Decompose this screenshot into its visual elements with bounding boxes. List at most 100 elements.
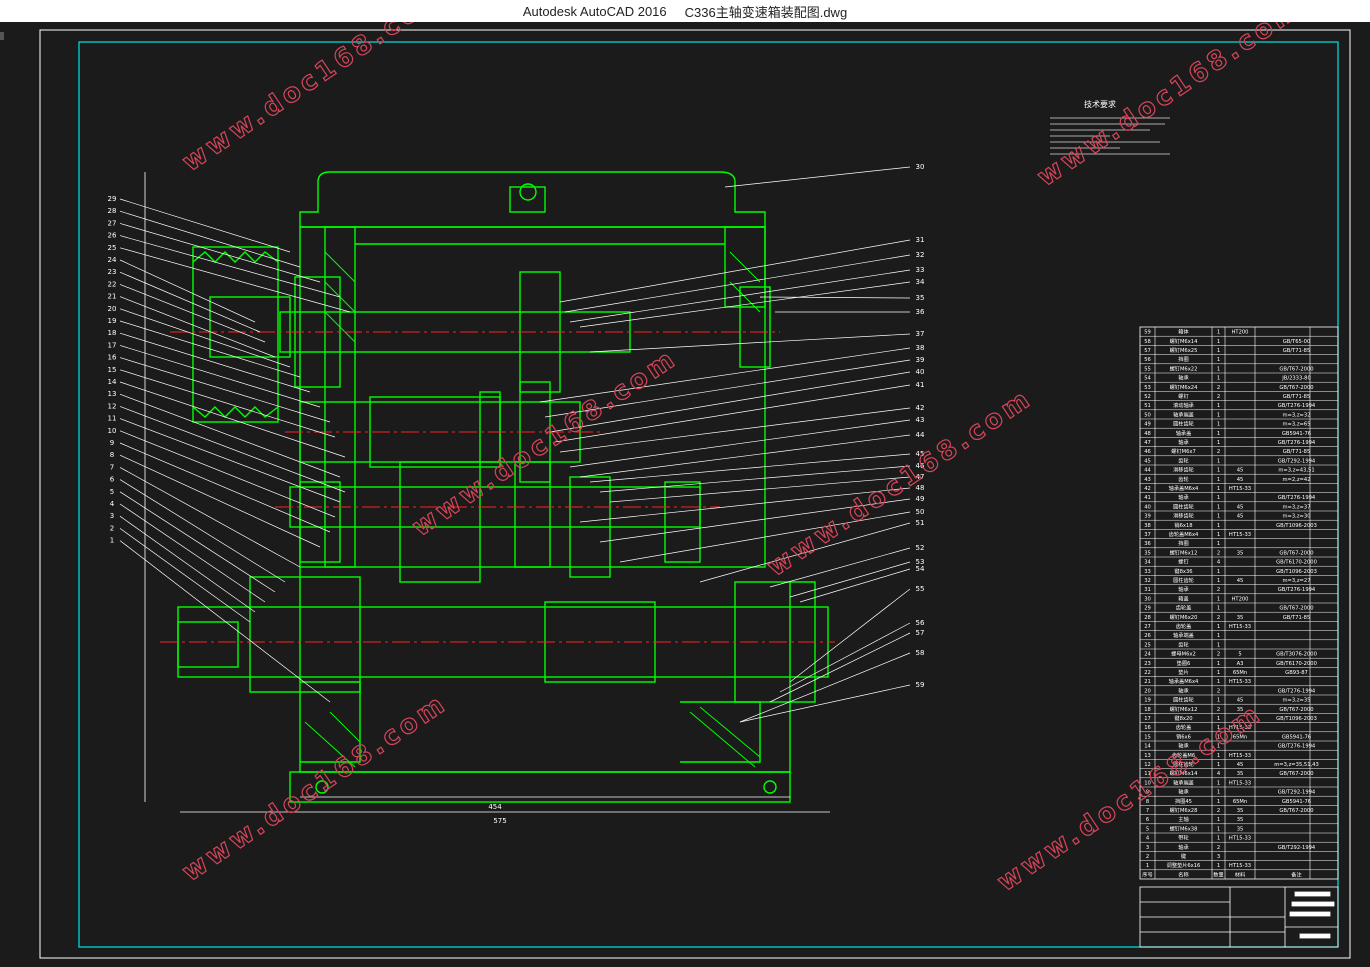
bom-cell: 圆柱齿轮 [1173,502,1194,510]
bom-cell: 28 [1144,615,1151,621]
bom-cell: 58 [1144,339,1151,345]
watermarks: www.doc168.com www.doc168.com www.doc168… [177,0,1309,898]
bom-cell: m=3,z=37 [1282,504,1310,510]
bom-cell: 轴承 [1178,374,1189,382]
bom-cell: GB/T71-85 [1283,348,1311,354]
balloon-number: 9 [110,439,114,447]
leader-line [119,332,311,393]
drawing-canvas[interactable]: 454 575 29 28 27 26 25 24 23 22 21 20 19 18 17 16 15 14… [0,0,1370,963]
bill-of-materials: 59 箱体 1 HT20058 螺钉M6x14 1 GB/T65-0057 螺钉M6x25 1 G… [1139,326,1339,880]
bom-cell: 65Mn [1233,670,1247,676]
bom-row: 39 滑移齿轮 1 45 m=3,z=30 [1144,512,1310,520]
bom-cell: 1 [1217,790,1220,796]
bom-cell: 螺钉M6x12 [1170,548,1198,556]
balloon-number: 2 [110,524,114,532]
leader-line [579,434,911,478]
bom-cell: 螺钉M6x25 [1170,346,1198,354]
bom-cell: GB/T1096-2003 [1276,523,1317,529]
bom-row: 7 螺钉M6x28 2 35 GB/T67-2000 [1146,806,1314,814]
bom-cell: 46 [1144,449,1151,455]
balloon-number: 23 [108,268,117,276]
bom-cell: 1 [1217,698,1220,704]
bom-cell: 轴承端盖 [1173,631,1194,639]
balloon-number: 40 [916,368,925,376]
bom-cell: 55 [1144,366,1151,372]
bom-cell: 螺钉M6x12 [1170,705,1198,713]
base-bolt-hole-right [763,780,777,794]
bom-cell: 25 [1144,642,1151,648]
bom-row: 33 键8x36 1 GB/T1096-2003 [1144,567,1317,575]
bom-row: 32 圆柱齿轮 1 45 m=3,z=27 [1144,576,1310,584]
bom-cell: 51 [1144,403,1151,409]
bom-cell: 1 [1217,357,1220,363]
bom-cell: 30 [1144,596,1151,602]
bom-cell: 2 [1217,587,1220,593]
bom-cell: 1 [1217,403,1220,409]
bom-cell: 螺钉M6x20 [1170,613,1198,621]
bom-cell: 33 [1144,569,1151,575]
bom-cell: 21 [1144,679,1151,685]
bom-cell: 43 [1144,477,1151,483]
bom-cell: 1 [1217,578,1220,584]
bom-cell: 2 [1217,615,1220,621]
bom-cell: 1 [1217,670,1220,676]
title-block [1139,886,1339,948]
bom-cell: 2 [1217,449,1220,455]
balloon-number: 3 [110,512,114,520]
bom-cell: 1 [1217,458,1220,464]
bom-cell: 65Mn [1233,799,1247,805]
bom-cell: GB/T71-85 [1283,394,1311,400]
balloon-number: 11 [108,415,117,423]
bom-cell: HT15-33 [1229,753,1251,759]
bom-cell: 47 [1144,440,1151,446]
dimension-text-overall: 575 [493,817,506,825]
bom-cell: 4 [1217,771,1221,777]
bom-cell: 1 [1217,661,1220,667]
leader-line [559,239,911,303]
cad-drawing[interactable]: 454 575 29282726252423222120191817161514… [0,0,1370,963]
balloon-number: 21 [108,293,117,301]
bom-cell: GB/T3076-2000 [1276,652,1317,658]
bom-cell: 箱盖 [1178,594,1188,602]
housing-base [289,771,791,803]
bom-cell: 32 [1144,578,1151,584]
bom-cell: m=3,z=32 [1282,412,1310,418]
bom-cell: 螺钉M6x24 [1170,383,1199,391]
bom-row: 42 轴承盖M6x4 1 HT15-33 [1144,484,1251,492]
balloon-number: 6 [110,476,115,484]
balloon-number: 42 [916,404,925,412]
bom-cell: JB/2333-80 [1281,376,1311,382]
balloon-number: 17 [108,341,117,349]
bom-row: 18 螺钉M6x12 2 35 GB/T67-2000 [1144,705,1313,713]
bom-cell: 31 [1144,587,1151,593]
bom-cell: 1 [1217,330,1220,336]
balloon-number: 50 [916,508,925,516]
bom-cell: 圆柱齿轮 [1173,420,1194,428]
bom-cell: 44 [1144,468,1151,474]
bom-cell: 备注 [1291,870,1301,878]
balloon-number: 25 [108,244,117,252]
bom-row: 46 螺钉M6x7 2 GB/T71-85 [1144,447,1310,455]
bom-cell: 轴承 [1178,686,1189,694]
bom-cell: 49 [1144,422,1151,428]
leader-line [739,652,911,723]
balloon-number: 39 [916,356,925,364]
leader-line [589,453,911,483]
leader-line [119,357,331,423]
bom-cell: 2 [1217,394,1220,400]
bom-cell: 7 [1146,808,1149,814]
bom-cell: 23 [1144,661,1151,667]
leader-line [119,430,336,518]
bom-cell: 圆柱齿轮 [1173,576,1194,584]
bom-cell: 1 [1217,339,1220,345]
bom-cell: m=3,z=30 [1282,514,1310,520]
leader-line [119,467,301,568]
window-titlebar: Autodesk AutoCAD 2016 C336主轴变速箱装配图.dwg [0,0,1370,23]
watermark-4: www.doc168.com [762,383,1038,583]
bom-cell: 35 [1237,808,1244,814]
bom-cell: 1 [1217,412,1220,418]
bom-row: 57 螺钉M6x25 1 GB/T71-85 [1144,346,1310,354]
bom-cell: 齿轮盖 [1176,622,1192,630]
balloon-number: 20 [108,305,117,313]
leader-line [589,333,911,353]
